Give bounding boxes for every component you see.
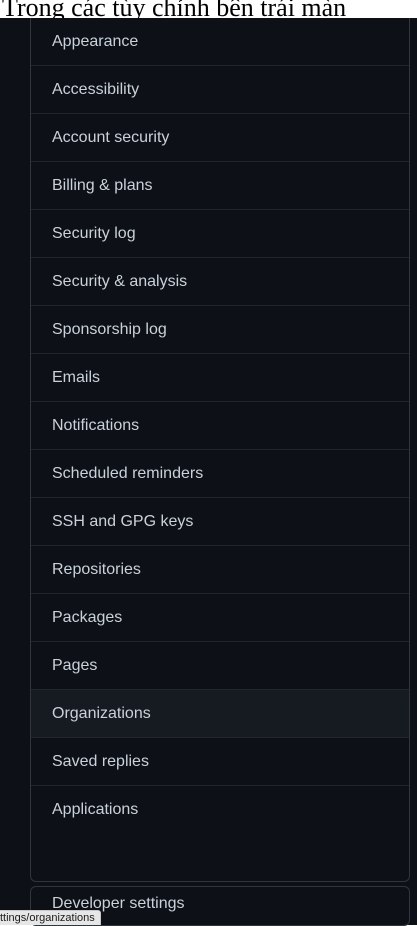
settings-screen: Appearance Accessibility Account securit… bbox=[0, 18, 417, 925]
menu-item-notifications[interactable]: Notifications bbox=[31, 402, 409, 450]
menu-item-pages[interactable]: Pages bbox=[31, 642, 409, 690]
menu-item-packages[interactable]: Packages bbox=[31, 594, 409, 642]
menu-item-applications[interactable]: Applications bbox=[31, 786, 409, 834]
menu-item-accessibility[interactable]: Accessibility bbox=[31, 66, 409, 114]
menu-item-account-security[interactable]: Account security bbox=[31, 114, 409, 162]
menu-item-sponsorship-log[interactable]: Sponsorship log bbox=[31, 306, 409, 354]
settings-menu: Appearance Accessibility Account securit… bbox=[30, 18, 410, 882]
menu-item-emails[interactable]: Emails bbox=[31, 354, 409, 402]
menu-item-ssh-gpg-keys[interactable]: SSH and GPG keys bbox=[31, 498, 409, 546]
menu-item-security-log[interactable]: Security log bbox=[31, 210, 409, 258]
menu-item-appearance[interactable]: Appearance bbox=[31, 18, 409, 66]
status-bar-url: ttings/organizations bbox=[0, 910, 101, 925]
menu-item-security-analysis[interactable]: Security & analysis bbox=[31, 258, 409, 306]
menu-item-repositories[interactable]: Repositories bbox=[31, 546, 409, 594]
menu-item-organizations[interactable]: Organizations bbox=[31, 690, 409, 738]
menu-item-billing-plans[interactable]: Billing & plans bbox=[31, 162, 409, 210]
menu-item-scheduled-reminders[interactable]: Scheduled reminders bbox=[31, 450, 409, 498]
menu-item-saved-replies[interactable]: Saved replies bbox=[31, 738, 409, 786]
